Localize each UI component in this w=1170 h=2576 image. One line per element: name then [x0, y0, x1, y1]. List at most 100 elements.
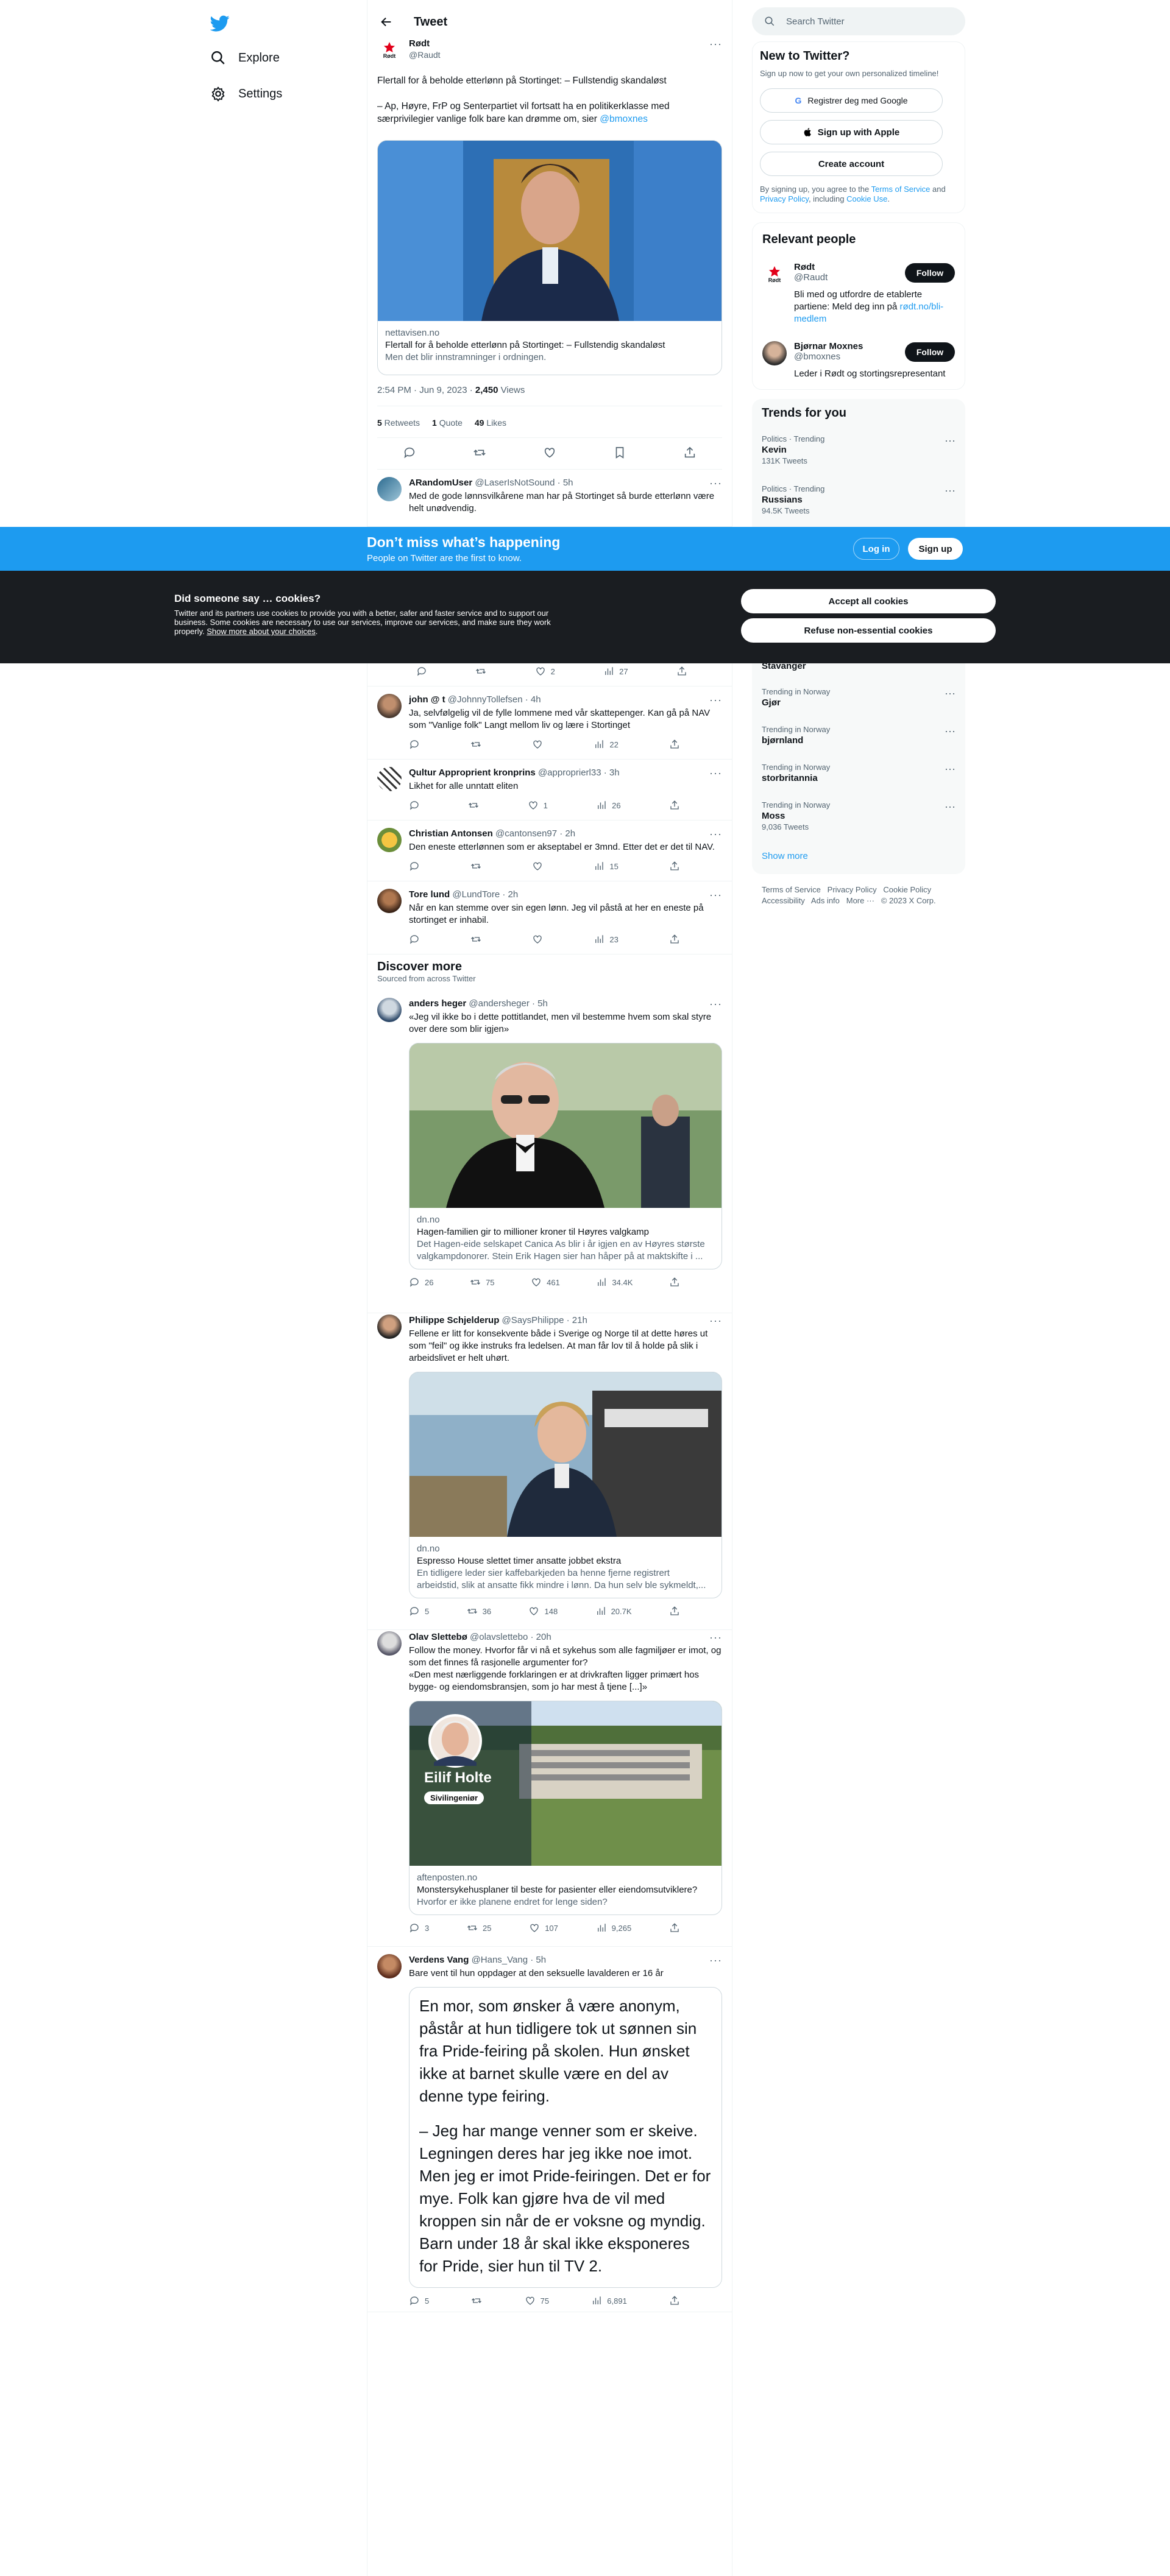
follow-button[interactable]: Follow [905, 342, 955, 362]
nav-settings[interactable]: Settings [210, 82, 282, 106]
person-card[interactable]: Rødt Rødt @Raudt Follow Bli med og utfor… [762, 262, 955, 329]
reply-tweet[interactable]: john @ t @JohnnyTollefsen · 4h ··· Ja, se… [367, 686, 732, 760]
retweet-button[interactable]: 75 [470, 1277, 495, 1288]
retweet-icon[interactable] [473, 446, 486, 459]
views-button[interactable]: 22 [594, 739, 619, 750]
trend-item[interactable]: Politics · Trending Russians 94.5K Tweets ·… [762, 484, 956, 515]
avatar[interactable] [377, 828, 402, 852]
footer-link[interactable]: Ads info [811, 896, 840, 905]
trend-item[interactable]: Trending in Norway Moss 9,036 Tweets ··· [762, 800, 956, 831]
share-button[interactable] [669, 1277, 680, 1288]
link-card[interactable]: dn.no Espresso House slettet timer ansat… [409, 1372, 722, 1598]
likes-stat[interactable]: 49 Likes [475, 418, 506, 428]
link-card[interactable]: dn.no Hagen-familien gir to millioner kr… [409, 1043, 722, 1269]
privacy-link[interactable]: Privacy Policy [760, 194, 809, 203]
author-handle[interactable]: @Raudt [409, 49, 441, 61]
trend-item[interactable]: Trending in Norway bjørnland ··· [762, 725, 956, 747]
more-icon[interactable]: ··· [945, 434, 956, 447]
more-icon[interactable]: ··· [709, 1631, 722, 1643]
reply-button[interactable] [409, 800, 420, 811]
views-button[interactable]: 26 [596, 800, 621, 811]
like-button[interactable] [532, 739, 543, 750]
retweet-button[interactable]: 36 [467, 1606, 491, 1617]
like-button[interactable]: 2 [535, 666, 555, 677]
retweet-button[interactable]: 25 [467, 1922, 491, 1933]
reply-button[interactable]: 26 [409, 1277, 433, 1288]
trend-item[interactable]: Trending in Norway storbritannia ··· [762, 763, 956, 785]
person-name[interactable]: Rødt [794, 262, 828, 272]
avatar[interactable]: Rødt [377, 38, 402, 62]
reply-icon[interactable] [403, 446, 416, 459]
more-icon[interactable]: ··· [709, 828, 722, 840]
share-button[interactable] [676, 666, 687, 677]
search-input[interactable]: Search Twitter [752, 7, 965, 35]
twitter-bird-icon[interactable] [210, 13, 230, 33]
reply-handle[interactable]: @JohnnyTollefsen · 4h [448, 694, 541, 706]
more-icon[interactable]: ··· [945, 725, 956, 738]
nav-explore[interactable]: Explore [210, 46, 280, 70]
avatar[interactable] [377, 889, 402, 913]
quotes-stat[interactable]: 1 Quote [432, 418, 463, 428]
reply-name[interactable]: john @ t [409, 694, 445, 706]
reply-handle[interactable]: @approprierl33 · 3h [538, 767, 620, 779]
avatar[interactable] [377, 1954, 402, 1978]
tweet-handle[interactable]: @SaysPhilippe · 21h [502, 1314, 587, 1327]
discover-tweet[interactable]: Verdens Vang @Hans_Vang · 5h ··· Bare ven… [367, 1947, 732, 2312]
more-icon[interactable]: ··· [709, 767, 722, 779]
views-button[interactable]: 23 [594, 934, 619, 945]
share-button[interactable] [669, 934, 680, 945]
google-signup-button[interactable]: G Registrer deg med Google [760, 88, 943, 113]
views-button[interactable]: 27 [603, 666, 628, 677]
retweet-button[interactable] [470, 739, 481, 750]
reply-handle[interactable]: @cantonsen97 · 2h [495, 828, 575, 840]
reply-button[interactable] [409, 934, 420, 945]
retweet-button[interactable] [471, 2295, 482, 2306]
mention-link[interactable]: @bmoxnes [600, 114, 648, 124]
apple-signup-button[interactable]: Sign up with Apple [760, 120, 943, 144]
more-icon[interactable]: ··· [709, 694, 722, 706]
more-icon[interactable]: ··· [945, 763, 956, 775]
like-button[interactable]: 148 [528, 1606, 558, 1617]
discover-tweet[interactable]: anders heger @andersheger · 5h ··· «Jeg v… [367, 990, 732, 1313]
like-button[interactable]: 1 [528, 800, 548, 811]
retweet-button[interactable] [468, 800, 479, 811]
reply-name[interactable]: Christian Antonsen [409, 828, 493, 840]
link-card[interactable]: nettavisen.no Flertall for å beholde ett… [377, 140, 722, 375]
like-button[interactable] [532, 934, 543, 945]
follow-button[interactable]: Follow [905, 263, 955, 283]
like-button[interactable]: 75 [525, 2295, 549, 2306]
discover-tweet[interactable]: Philippe Schjelderup @SaysPhilippe · 21h… [367, 1307, 732, 1630]
tweet-handle[interactable]: @andersheger · 5h [469, 998, 547, 1010]
avatar[interactable] [377, 1631, 402, 1656]
terms-link[interactable]: Terms of Service [871, 185, 931, 194]
reply-name[interactable]: Qultur Approprient kronprins [409, 767, 536, 779]
more-icon[interactable]: ··· [709, 1954, 722, 1966]
reply-name[interactable]: Tore lund [409, 889, 450, 901]
retweet-button[interactable] [470, 934, 481, 945]
avatar[interactable] [377, 998, 402, 1022]
create-account-button[interactable]: Create account [760, 152, 943, 176]
footer-link[interactable]: Terms of Service [762, 885, 821, 894]
accept-cookies-button[interactable]: Accept all cookies [741, 589, 996, 613]
avatar[interactable] [377, 477, 402, 501]
views-button[interactable]: 15 [594, 861, 619, 872]
views-button[interactable]: 34.4K [596, 1277, 633, 1288]
login-button[interactable]: Log in [853, 538, 899, 560]
reply-button[interactable]: 5 [409, 1606, 429, 1617]
back-arrow-icon[interactable] [380, 15, 393, 29]
author-name[interactable]: Rødt [409, 38, 441, 49]
tweet-name[interactable]: anders heger [409, 998, 466, 1010]
tweet-name[interactable]: Verdens Vang [409, 1954, 469, 1966]
footer-link[interactable]: Privacy Policy [828, 885, 877, 894]
cookie-use-link[interactable]: Cookie Use [846, 194, 887, 203]
reply-tweet[interactable]: Christian Antonsen @cantonsen97 · 2h ··· … [367, 820, 732, 881]
person-name[interactable]: Bjørnar Moxnes [794, 341, 863, 351]
like-button[interactable] [532, 861, 543, 872]
avatar[interactable] [377, 694, 402, 718]
views-button[interactable]: 20.7K [595, 1606, 632, 1617]
share-button[interactable] [669, 861, 680, 872]
more-icon[interactable]: ··· [945, 687, 956, 700]
like-button[interactable]: 107 [529, 1922, 558, 1933]
discover-tweet[interactable]: Olav Slettebø @olavslettebo · 20h ··· Fol… [367, 1624, 732, 1947]
retweet-button[interactable] [475, 666, 486, 677]
